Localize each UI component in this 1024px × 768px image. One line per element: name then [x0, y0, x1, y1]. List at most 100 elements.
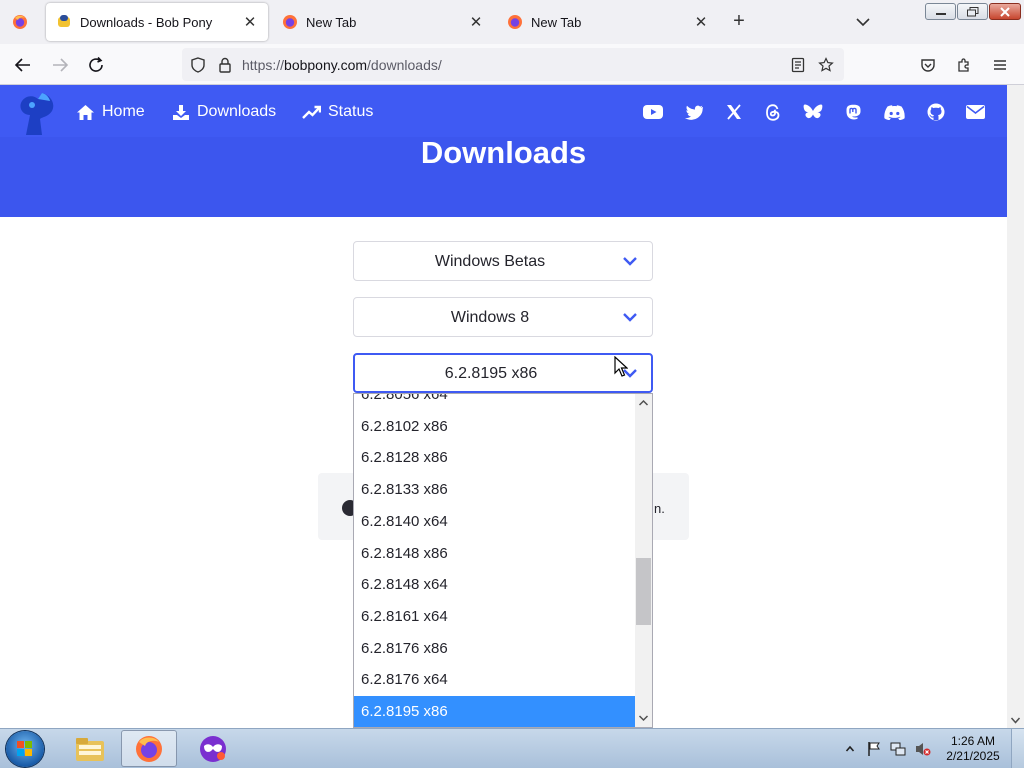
build-select[interactable]: 6.2.8195 x86 [353, 353, 653, 393]
minimize-button[interactable] [925, 3, 956, 20]
page-viewport: Home Downloads Status Downloads Windows … [0, 85, 1024, 728]
nav-home-label: Home [102, 103, 145, 120]
close-icon[interactable]: ✕ [242, 14, 258, 31]
tab-label: New Tab [531, 14, 582, 30]
dropdown-scrollbar[interactable] [635, 394, 652, 727]
reload-icon [89, 56, 103, 72]
youtube-link[interactable] [642, 101, 664, 123]
system-clock[interactable]: 1:26 AM 2/21/2025 [940, 734, 1006, 764]
category-select-value: Windows Betas [434, 253, 546, 270]
url-path: /downloads/ [367, 57, 442, 73]
dropdown-option[interactable]: 6.2.8176 x86 [354, 633, 636, 664]
notice-text: n. [654, 501, 665, 516]
firefox-icon [508, 15, 522, 29]
bob-pony-favicon [58, 15, 70, 27]
dropdown-option[interactable]: 6.2.8102 x86 [354, 411, 636, 442]
tab-bar: Downloads - Bob Pony ✕ New Tab ✕ New Tab… [0, 0, 1024, 44]
minimize-icon [935, 12, 946, 15]
start-button[interactable] [6, 731, 44, 767]
bob-pony-logo[interactable] [12, 89, 64, 137]
build-select-value: 6.2.8195 x86 [444, 365, 538, 382]
url-bar[interactable]: https://bobpony.com/downloads/ [182, 48, 844, 81]
back-button[interactable] [11, 53, 35, 77]
reader-view-icon[interactable] [788, 55, 808, 75]
home-icon [77, 104, 94, 120]
chevron-up-icon[interactable] [845, 741, 855, 757]
forward-button[interactable] [48, 53, 72, 77]
chevron-down-icon[interactable] [1010, 716, 1021, 725]
taskbar: 1:26 AM 2/21/2025 [0, 728, 1024, 768]
category-select[interactable]: Windows Betas [353, 241, 653, 281]
hamburger-menu-icon [994, 60, 1006, 70]
close-icon[interactable]: ✕ [468, 14, 484, 31]
chevron-down-icon[interactable] [852, 12, 874, 32]
tab-new-tab-2[interactable]: New Tab ✕ [497, 3, 719, 41]
chevron-down-icon[interactable] [638, 713, 649, 723]
taskbar-explorer-button[interactable] [62, 730, 118, 767]
nav-status-label: Status [328, 103, 374, 120]
site-header: Home Downloads Status Downloads [0, 85, 1007, 217]
dropdown-option[interactable]: 6.2.8056 x64 [354, 394, 636, 410]
show-desktop-button[interactable] [1011, 729, 1024, 768]
menu-button[interactable] [988, 53, 1012, 77]
discord-link[interactable] [883, 101, 905, 123]
build-dropdown-list[interactable]: 6.2.8056 x64 6.2.8102 x86 6.2.8128 x86 6.2.… [353, 393, 653, 728]
trending-up-icon [302, 105, 321, 119]
tab-label: New Tab [306, 14, 357, 30]
tab-downloads-bob-pony[interactable]: Downloads - Bob Pony ✕ [46, 3, 268, 41]
extensions-button[interactable] [952, 53, 976, 77]
dropdown-option[interactable]: 6.2.8161 x64 [354, 601, 636, 632]
tab-label: Downloads - Bob Pony [80, 14, 213, 30]
chevron-up-icon[interactable] [638, 398, 649, 408]
pocket-button[interactable] [916, 53, 940, 77]
dropdown-scroll-thumb[interactable] [636, 558, 651, 625]
github-link[interactable] [925, 101, 947, 123]
volume-muted-icon[interactable] [915, 741, 931, 757]
dropdown-option[interactable]: 6.2.8133 x86 [354, 474, 636, 505]
arrow-right-icon [53, 58, 69, 72]
dropdown-option[interactable]: 6.2.8140 x64 [354, 506, 636, 537]
twitter-link[interactable] [683, 101, 705, 123]
nav-downloads-link[interactable]: Downloads [172, 101, 276, 123]
tracking-protection-icon[interactable] [188, 55, 208, 75]
page-scrollbar[interactable] [1007, 85, 1024, 728]
nav-home-link[interactable]: Home [76, 101, 145, 123]
restore-button[interactable] [957, 3, 988, 20]
twitter-icon [685, 105, 703, 120]
tab-new-tab-1[interactable]: New Tab ✕ [272, 3, 494, 41]
new-tab-button[interactable]: + [727, 10, 751, 34]
close-window-button[interactable] [989, 3, 1021, 20]
reload-button[interactable] [84, 53, 108, 77]
dropdown-option[interactable]: 6.2.8128 x86 [354, 442, 636, 473]
firefox-icon [283, 15, 297, 29]
taskbar-firefox-button[interactable] [121, 730, 177, 767]
email-link[interactable] [964, 101, 986, 123]
dropdown-option[interactable]: 6.2.8195 x86 [354, 696, 636, 727]
arrow-left-icon [14, 58, 30, 72]
taskbar-app-button[interactable] [185, 730, 241, 767]
dropdown-option[interactable]: 6.2.8148 x64 [354, 569, 636, 600]
url-scheme: https:// [242, 57, 285, 73]
bookmark-star-icon[interactable] [816, 55, 836, 75]
dropdown-option[interactable]: 6.2.8176 x64 [354, 664, 636, 695]
network-icon[interactable] [890, 741, 906, 757]
close-icon[interactable]: ✕ [693, 14, 709, 31]
nav-status-link[interactable]: Status [302, 101, 373, 123]
threads-link[interactable] [762, 101, 784, 123]
pocket-icon [921, 59, 935, 72]
url-host: bobpony.com [284, 57, 368, 73]
x-link[interactable] [723, 101, 745, 123]
mail-icon [965, 105, 985, 119]
clock-date: 2/21/2025 [946, 749, 1000, 763]
page-title: Downloads [420, 135, 587, 170]
lock-icon[interactable] [215, 55, 235, 75]
bluesky-link[interactable] [802, 101, 824, 123]
product-select[interactable]: Windows 8 [353, 297, 653, 337]
dropdown-option[interactable]: 6.2.8148 x86 [354, 538, 636, 569]
action-center-flag-icon[interactable] [866, 741, 882, 757]
chevron-down-icon [623, 257, 637, 266]
firefox-view-button[interactable] [0, 4, 40, 40]
chevron-down-icon [623, 313, 637, 322]
url-text[interactable]: https://bobpony.com/downloads/ [242, 57, 442, 73]
mastodon-link[interactable] [842, 101, 864, 123]
